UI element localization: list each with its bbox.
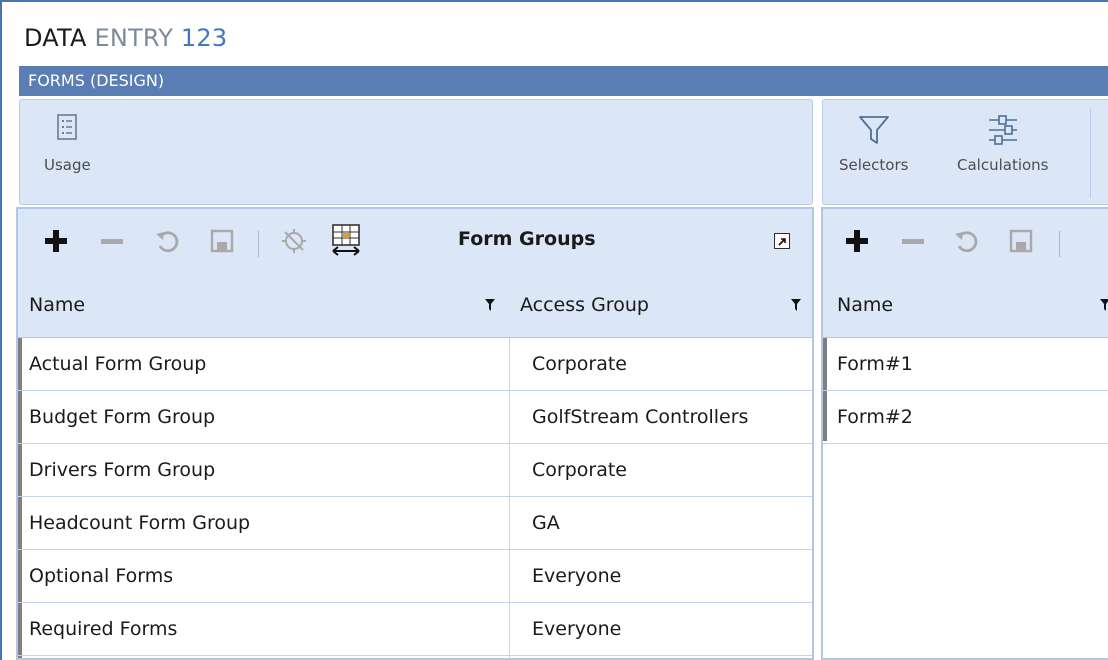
forms-header-row: Name — [823, 273, 1108, 338]
app-title-part2: ENTRY — [94, 24, 174, 52]
window-top-border — [0, 0, 1108, 2]
minus-icon[interactable] — [98, 227, 126, 255]
refresh-icon[interactable] — [154, 227, 182, 255]
cell-name[interactable]: Form#1 — [837, 338, 913, 390]
expand-icon — [778, 238, 786, 246]
save-icon[interactable] — [208, 227, 236, 255]
selectors-button[interactable]: Selectors — [839, 112, 908, 174]
minus-icon[interactable] — [899, 227, 927, 255]
funnel-icon — [858, 116, 889, 144]
forms-pane: Name Form#1 Form#2 — [821, 207, 1108, 660]
toolbar-separator — [1059, 231, 1060, 257]
form-groups-pane: Form Groups Name Access Group Actual For… — [16, 207, 814, 660]
list-icon — [57, 114, 78, 140]
resize-columns-icon[interactable] — [330, 223, 362, 257]
cell-access-group[interactable]: Corporate — [532, 338, 802, 390]
plus-icon[interactable] — [843, 227, 871, 255]
app-title-part3: 123 — [180, 24, 228, 52]
forms-grid: Name Form#1 Form#2 — [823, 273, 1108, 444]
form-groups-header-row: Name Access Group — [18, 273, 812, 338]
column-header-name[interactable]: Name — [837, 273, 893, 337]
cell-access-group[interactable]: GA — [532, 497, 802, 549]
column-header-access-group[interactable]: Access Group — [520, 273, 649, 337]
app-title: DATA ENTRY 123 — [24, 24, 227, 52]
refresh-icon[interactable] — [953, 227, 981, 255]
table-row[interactable]: Actual Form Group Corporate — [18, 338, 812, 391]
table-row[interactable]: Form#2 — [823, 391, 1108, 444]
table-row[interactable]: Required Forms Everyone — [18, 603, 812, 656]
forms-toolbar — [823, 209, 1108, 274]
cell-name[interactable]: Form#2 — [837, 391, 913, 443]
cell-name[interactable]: Drivers Form Group — [29, 444, 215, 496]
ribbon-separator — [1090, 108, 1091, 198]
form-groups-toolbar: Form Groups — [18, 209, 812, 274]
form-groups-title: Form Groups — [458, 228, 596, 250]
table-row[interactable]: Headcount Form Group GA — [18, 497, 812, 550]
cell-access-group[interactable]: Everyone — [532, 603, 802, 655]
filter-icon[interactable] — [790, 298, 802, 312]
section-header: FORMS (DESIGN) — [19, 66, 1108, 96]
app-title-part1: DATA — [24, 24, 87, 52]
ribbon-right: Selectors Calculations — [822, 99, 1108, 205]
ribbon-left: Usage — [19, 99, 813, 205]
usage-label: Usage — [44, 156, 91, 174]
calculations-button[interactable]: Calculations — [957, 112, 1049, 174]
table-row[interactable]: Optional Forms Everyone — [18, 550, 812, 603]
cell-access-group[interactable]: GolfStream Controllers — [532, 391, 802, 443]
table-row[interactable]: Budget Form Group GolfStream Controllers — [18, 391, 812, 444]
cell-access-group[interactable]: Corporate — [532, 444, 802, 496]
calculations-label: Calculations — [957, 156, 1049, 174]
window-left-border — [0, 0, 2, 660]
no-target-icon[interactable] — [280, 227, 308, 255]
usage-button[interactable]: Usage — [44, 112, 91, 174]
sliders-icon — [988, 115, 1017, 145]
table-row[interactable]: Drivers Form Group Corporate — [18, 444, 812, 497]
expand-button[interactable] — [774, 233, 790, 249]
table-row[interactable]: Form#1 — [823, 338, 1108, 391]
column-header-name[interactable]: Name — [29, 273, 85, 337]
form-groups-grid: Name Access Group Actual Form Group Corp… — [18, 273, 812, 658]
save-icon[interactable] — [1007, 227, 1035, 255]
toolbar-separator — [258, 231, 259, 257]
cell-name[interactable]: Actual Form Group — [29, 338, 206, 390]
selectors-label: Selectors — [839, 156, 909, 174]
cell-name[interactable]: Budget Form Group — [29, 391, 215, 443]
cell-name[interactable]: Required Forms — [29, 603, 177, 655]
filter-icon[interactable] — [484, 298, 496, 312]
cell-access-group[interactable]: Everyone — [532, 550, 802, 602]
cell-name[interactable]: Headcount Form Group — [29, 497, 250, 549]
filter-icon[interactable] — [1099, 298, 1108, 312]
plus-icon[interactable] — [42, 227, 70, 255]
cell-name[interactable]: Optional Forms — [29, 550, 173, 602]
